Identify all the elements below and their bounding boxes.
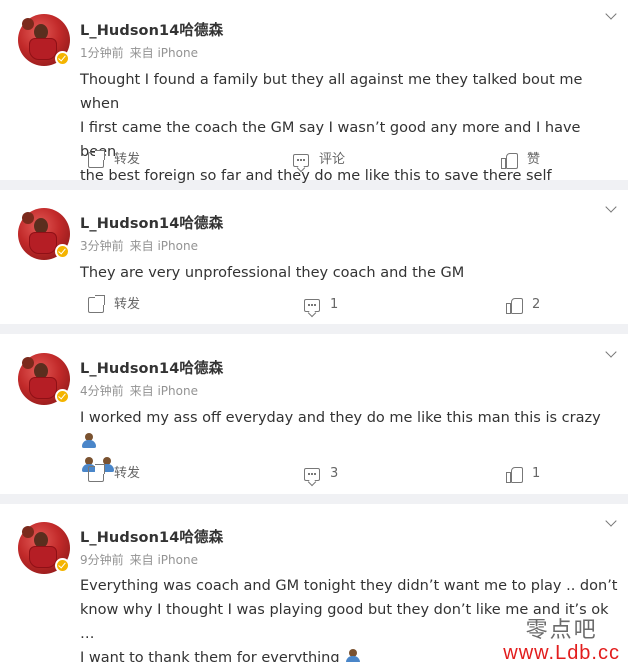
post-text-line: Everything was coach and GM tonight they…	[80, 578, 618, 594]
like-label: 赞	[527, 152, 541, 167]
like-button[interactable]: 2	[506, 295, 540, 315]
post-source: 来自 iPhone	[129, 553, 198, 567]
watermark-cn-text: 零点吧	[525, 618, 598, 643]
repost-label: 转发	[114, 466, 141, 481]
post-source: 来自 iPhone	[129, 384, 198, 398]
post-meta: 1分钟前 来自 iPhone	[80, 44, 198, 61]
repost-button[interactable]: 转发	[88, 295, 140, 315]
comment-icon	[304, 467, 320, 481]
username[interactable]: L_Hudson14哈德森	[80, 212, 223, 233]
site-watermark: 零点吧 www.Ldb.cc	[503, 612, 620, 662]
verified-badge-icon	[55, 244, 70, 259]
post-text-line: I worked my ass off everyday and they do…	[80, 406, 620, 454]
post-time[interactable]: 1分钟前	[80, 46, 124, 60]
chevron-down-icon[interactable]	[604, 202, 618, 216]
post-actions: 转发 评论 赞	[0, 150, 628, 170]
post-source: 来自 iPhone	[129, 46, 198, 60]
comment-label: 评论	[319, 152, 346, 167]
repost-label: 转发	[114, 297, 141, 312]
post-text: Thought I found a family but they all ag…	[80, 68, 620, 188]
chevron-down-icon[interactable]	[604, 347, 618, 361]
comment-button[interactable]: 3	[304, 464, 338, 484]
like-button[interactable]: 1	[506, 464, 540, 484]
username[interactable]: L_Hudson14哈德森	[80, 357, 223, 378]
thumbs-up-icon	[506, 466, 523, 483]
post-text-line: Thought I found a family but they all ag…	[80, 72, 583, 112]
share-icon	[88, 150, 105, 168]
post-text-segment: I worked my ass off everyday and they do…	[80, 410, 601, 426]
post-actions: 转发 1 2	[0, 295, 628, 315]
share-icon	[88, 464, 105, 482]
post-card: L_Hudson14哈德森 1分钟前 来自 iPhone Thought I fo…	[0, 0, 628, 184]
post-time[interactable]: 3分钟前	[80, 239, 124, 253]
post-time[interactable]: 9分钟前	[80, 553, 124, 567]
like-button[interactable]: 赞	[501, 150, 540, 170]
verified-badge-icon	[55, 389, 70, 404]
comment-button[interactable]: 评论	[293, 150, 345, 170]
post-meta: 3分钟前 来自 iPhone	[80, 237, 198, 254]
post-meta: 9分钟前 来自 iPhone	[80, 551, 198, 568]
comment-icon	[304, 298, 320, 312]
thumbs-up-icon	[506, 297, 523, 314]
post-text-segment: I want to thank them for everything	[80, 650, 340, 662]
username[interactable]: L_Hudson14哈德森	[80, 526, 223, 547]
comment-count: 3	[330, 466, 339, 481]
person-emoji-icon	[81, 433, 97, 449]
post-time[interactable]: 4分钟前	[80, 384, 124, 398]
repost-button[interactable]: 转发	[88, 150, 140, 170]
comment-button[interactable]: 1	[304, 295, 338, 315]
post-text-line: They are very unprofessional they coach …	[80, 265, 465, 281]
watermark-url-text: www.Ldb.cc	[503, 642, 620, 662]
post-text: They are very unprofessional they coach …	[80, 261, 620, 285]
post-actions: 转发 3 1	[0, 464, 628, 484]
repost-button[interactable]: 转发	[88, 464, 140, 484]
like-count: 1	[532, 466, 541, 481]
verified-badge-icon	[55, 51, 70, 66]
post-meta: 4分钟前 来自 iPhone	[80, 382, 198, 399]
comment-icon	[293, 153, 309, 167]
verified-badge-icon	[55, 558, 70, 573]
username[interactable]: L_Hudson14哈德森	[80, 19, 223, 40]
post-card: L_Hudson14哈德森 4分钟前 来自 iPhone I worked my …	[0, 334, 628, 494]
repost-label: 转发	[114, 152, 141, 167]
post-card: L_Hudson14哈德森 3分钟前 来自 iPhone They are ver…	[0, 190, 628, 324]
chevron-down-icon[interactable]	[604, 9, 618, 23]
person-emoji-icon	[345, 649, 361, 662]
post-source: 来自 iPhone	[129, 239, 198, 253]
share-icon	[88, 295, 105, 313]
comment-count: 1	[330, 297, 339, 312]
chevron-down-icon[interactable]	[604, 516, 618, 530]
like-count: 2	[532, 297, 541, 312]
thumbs-up-icon	[501, 152, 518, 169]
